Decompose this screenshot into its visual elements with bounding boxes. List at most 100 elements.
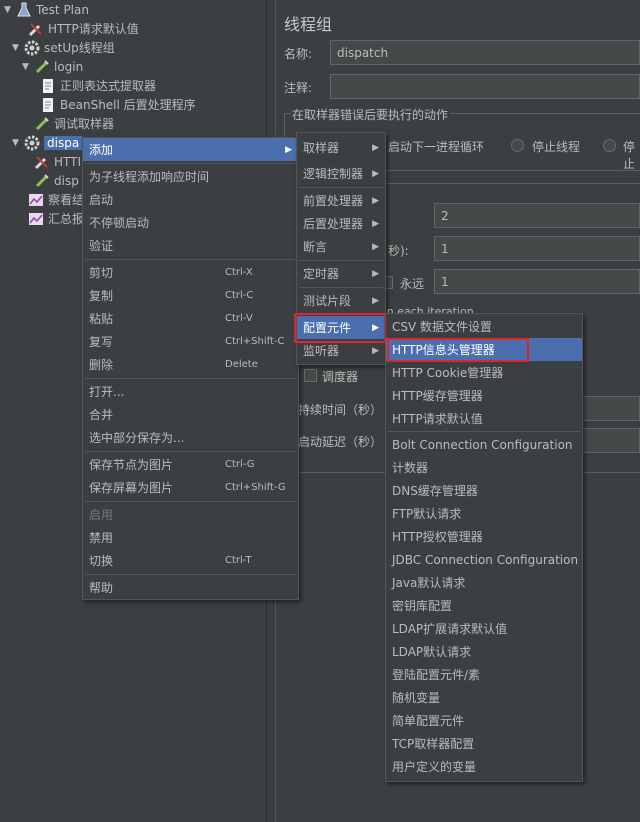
ramp-up-field[interactable]: 1: [434, 236, 640, 261]
config-item-http-auth[interactable]: HTTP授权管理器: [386, 525, 582, 548]
menu-divider: [85, 163, 296, 164]
chart-icon: [28, 192, 44, 208]
menu-item-start-no-pause[interactable]: 不停顿启动: [83, 211, 298, 234]
option-stop-label: 停止: [623, 140, 636, 171]
config-item-simple-config[interactable]: 简单配置元件: [386, 709, 582, 732]
option-next-loop-label: 启动下一进程循环: [388, 140, 485, 154]
expand-arrow-icon[interactable]: ▼: [4, 5, 14, 15]
pipette-icon: [34, 116, 50, 132]
name-field[interactable]: dispatch: [330, 40, 640, 65]
menu-item-paste[interactable]: 粘贴 Ctrl-V: [83, 307, 298, 330]
gear-icon: [24, 40, 40, 56]
config-item-bolt[interactable]: Bolt Connection Configuration: [386, 433, 582, 456]
config-item-dns-cache[interactable]: DNS缓存管理器: [386, 479, 582, 502]
expand-arrow-icon[interactable]: ▼: [12, 43, 22, 53]
loop-forever-label: 永远: [400, 277, 425, 291]
menu-item-add-response-time[interactable]: 为子线程添加响应时间: [83, 165, 298, 188]
menu-item-toggle[interactable]: 切换 Ctrl-T: [83, 549, 298, 572]
wrench-icon: [28, 21, 44, 37]
radio-stop-test[interactable]: [603, 139, 616, 152]
config-item-counter[interactable]: 计数器: [386, 456, 582, 479]
menu-item-delete[interactable]: 删除 Delete: [83, 353, 298, 376]
tree-node-http-defaults[interactable]: HTTP请求默认值: [28, 19, 139, 38]
menu-item-logic-controller[interactable]: 逻辑控制器 ▶: [297, 162, 385, 185]
menu-item-config-element[interactable]: 配置元件 ▶: [297, 316, 385, 339]
tree-node-beanshell[interactable]: BeanShell 后置处理程序: [40, 95, 196, 114]
menu-item-assertion[interactable]: 断言 ▶: [297, 235, 385, 258]
pipette-icon: [34, 173, 50, 189]
menu-item-help[interactable]: 帮助: [83, 576, 298, 599]
expand-arrow-icon[interactable]: ▼: [22, 62, 32, 72]
duration-label: 持续时间（秒）: [298, 403, 383, 417]
tree-node-regex-extractor[interactable]: 正则表达式提取器: [40, 76, 156, 95]
config-item-user-defined-variables[interactable]: 用户定义的变量: [386, 755, 582, 778]
config-item-jdbc[interactable]: JDBC Connection Configuration: [386, 548, 582, 571]
menu-item-cut[interactable]: 剪切 Ctrl-X: [83, 261, 298, 284]
tree-label: Test Plan: [36, 2, 89, 17]
submenu-arrow-icon: ▶: [372, 241, 379, 252]
thread-count-field[interactable]: 2: [434, 203, 640, 228]
tree-label: disp: [54, 173, 79, 188]
config-item-ldap-defaults[interactable]: LDAP默认请求: [386, 640, 582, 663]
tree-node-dispatch-child[interactable]: disp: [34, 171, 79, 190]
menu-divider: [85, 501, 296, 502]
config-item-http-cookie-manager[interactable]: HTTP Cookie管理器: [386, 361, 582, 384]
tree-node-login[interactable]: ▼ login: [22, 57, 83, 76]
config-item-http-header-manager[interactable]: HTTP信息头管理器: [386, 338, 582, 361]
menu-item-open[interactable]: 打开...: [83, 380, 298, 403]
tree-node-dispatch[interactable]: ▼ dispa: [12, 133, 83, 152]
menu-item-save-node-image[interactable]: 保存节点为图片 Ctrl-G: [83, 453, 298, 476]
config-item-http-defaults[interactable]: HTTP请求默认值: [386, 407, 582, 430]
submenu-arrow-icon: ▶: [372, 195, 379, 206]
config-item-keystore[interactable]: 密钥库配置: [386, 594, 582, 617]
config-item-csv[interactable]: CSV 数据文件设置: [386, 315, 582, 338]
menu-item-duplicate[interactable]: 复写 Ctrl+Shift-C: [83, 330, 298, 353]
menu-divider: [85, 259, 296, 260]
menu-item-merge[interactable]: 合并: [83, 403, 298, 426]
config-item-ftp-defaults[interactable]: FTP默认请求: [386, 502, 582, 525]
menu-divider: [388, 431, 580, 432]
menu-item-sampler[interactable]: 取样器 ▶: [297, 136, 385, 159]
tree-node-debug-sampler[interactable]: 调试取样器: [34, 114, 114, 133]
comment-field[interactable]: [330, 74, 640, 99]
tree-node-summary-report[interactable]: 汇总报: [28, 209, 84, 228]
menu-item-save-screen-image[interactable]: 保存屏幕为图片 Ctrl+Shift-G: [83, 476, 298, 499]
document-icon: [40, 97, 56, 113]
config-item-java-defaults[interactable]: Java默认请求: [386, 571, 582, 594]
chart-icon: [28, 211, 44, 227]
startup-delay-label: 启动延迟（秒）: [298, 435, 383, 449]
expand-arrow-icon[interactable]: ▼: [12, 138, 22, 148]
submenu-arrow-icon: ▶: [372, 322, 379, 333]
scheduler-checkbox[interactable]: [304, 369, 317, 382]
menu-item-test-fragment[interactable]: 测试片段 ▶: [297, 289, 385, 312]
config-item-login-config[interactable]: 登陆配置元件/素: [386, 663, 582, 686]
menu-item-timer[interactable]: 定时器 ▶: [297, 262, 385, 285]
tree-node-results-tree[interactable]: 察看结: [28, 190, 84, 209]
radio-stop-thread[interactable]: [511, 139, 524, 152]
menu-item-pre-processor[interactable]: 前置处理器 ▶: [297, 189, 385, 212]
menu-item-disable[interactable]: 禁用: [83, 526, 298, 549]
gear-icon: [24, 135, 40, 151]
submenu-arrow-icon: ▶: [372, 345, 379, 356]
config-item-ldap-ext-defaults[interactable]: LDAP扩展请求默认值: [386, 617, 582, 640]
tree-node-test-plan[interactable]: ▼ Test Plan: [4, 0, 89, 19]
tree-node-setup-group[interactable]: ▼ setUp线程组: [12, 38, 115, 57]
tree-node-http-child[interactable]: HTTI: [34, 152, 81, 171]
menu-item-listener[interactable]: 监听器 ▶: [297, 339, 385, 362]
menu-item-add[interactable]: 添加 ▶: [83, 138, 298, 161]
menu-item-validate[interactable]: 验证: [83, 234, 298, 257]
menu-item-save-selection[interactable]: 选中部分保存为...: [83, 426, 298, 449]
config-item-http-cache-manager[interactable]: HTTP缓存管理器: [386, 384, 582, 407]
menu-item-copy[interactable]: 复制 Ctrl-C: [83, 284, 298, 307]
menu-item-post-processor[interactable]: 后置处理器 ▶: [297, 212, 385, 235]
menu-divider: [85, 574, 296, 575]
flask-icon: [16, 2, 32, 18]
config-item-random-variable[interactable]: 随机变量: [386, 686, 582, 709]
config-item-tcp-sampler-config[interactable]: TCP取样器配置: [386, 732, 582, 755]
loop-count-field[interactable]: 1: [434, 269, 640, 294]
menu-item-start[interactable]: 启动: [83, 188, 298, 211]
menu-divider: [85, 451, 296, 452]
tree-label: BeanShell 后置处理程序: [60, 98, 196, 112]
error-group-title: 在取样器错误后要执行的动作: [290, 106, 451, 123]
document-icon: [40, 78, 56, 94]
